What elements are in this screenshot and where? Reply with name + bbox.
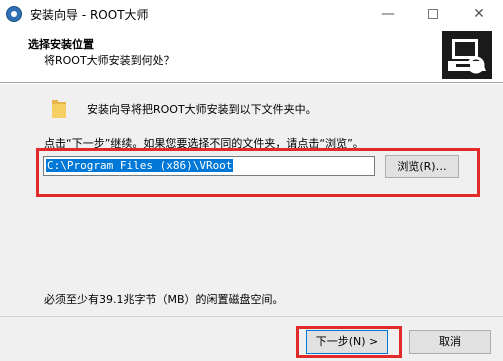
path-value: C:\Program Files (x86)\VRoot: [46, 159, 234, 172]
window-title: 安装向导 - ROOT大师: [30, 8, 149, 22]
page-subtitle: 将ROOT大师安装到何处？: [44, 54, 175, 67]
install-path-input[interactable]: C:\Program Files (x86)\VRoot: [43, 156, 375, 176]
browse-button[interactable]: 浏览(R)…: [385, 155, 459, 178]
minimize-button[interactable]: —: [365, 0, 411, 28]
main-panel: 安装向导将把ROOT大师安装到以下文件夹中。 点击“下一步”继续。如果您要选择不…: [0, 84, 503, 316]
page-title: 选择安装位置: [28, 38, 94, 51]
wizard-footer: 下一步(N) > 取消: [0, 316, 503, 361]
disk-space-text: 必须至少有39.1兆字节（MB）的闲置磁盘空间。: [44, 293, 284, 306]
cancel-button[interactable]: 取消: [409, 330, 491, 354]
wizard-header: 选择安装位置 将ROOT大师安装到何处？: [0, 28, 503, 83]
folder-icon: [52, 100, 66, 118]
app-icon: [6, 6, 22, 22]
next-button[interactable]: 下一步(N) >: [306, 330, 388, 354]
maximize-button[interactable]: [410, 0, 456, 28]
installer-logo-icon: [442, 31, 492, 79]
intro-text: 安装向导将把ROOT大师安装到以下文件夹中。: [87, 103, 317, 116]
close-button[interactable]: ✕: [456, 0, 502, 28]
maximize-icon: [428, 9, 438, 19]
title-bar: 安装向导 - ROOT大师 — ✕: [0, 0, 503, 28]
